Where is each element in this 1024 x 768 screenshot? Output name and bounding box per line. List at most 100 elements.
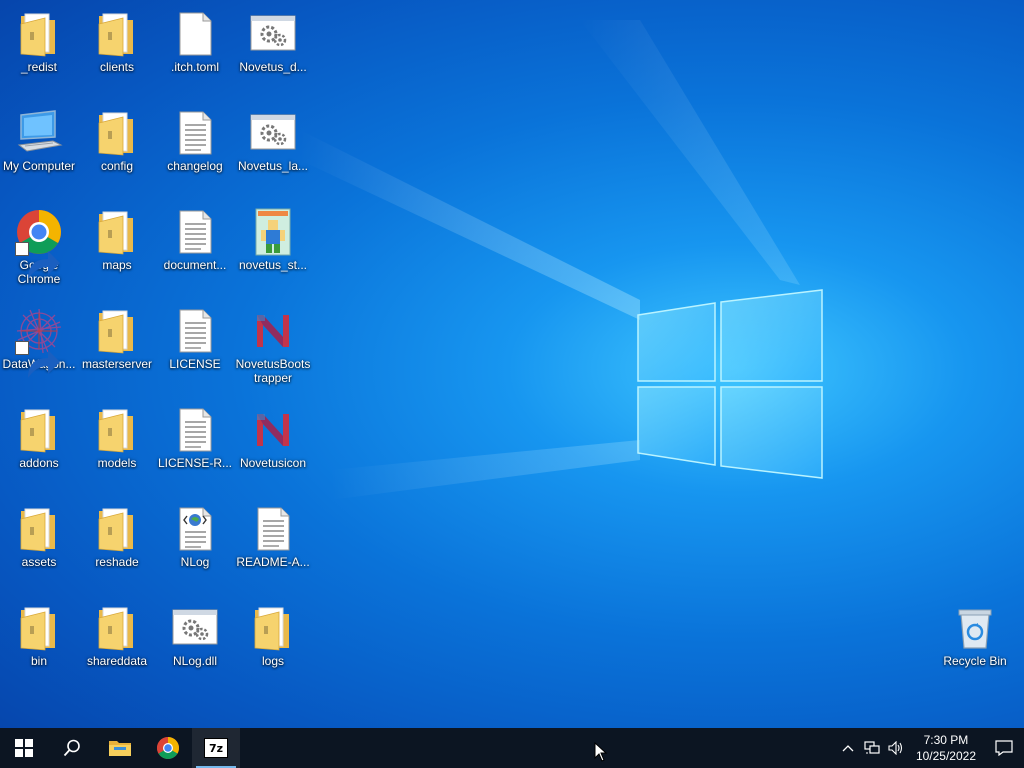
desktop-icon-label: NLog (180, 555, 210, 569)
settings-file-icon (249, 10, 297, 58)
chrome-icon (157, 737, 179, 759)
search-icon (63, 739, 80, 757)
desktop-icon-label: reshade (95, 555, 139, 569)
desktop-icon-label: config (100, 159, 134, 173)
settings-file-icon (249, 109, 297, 157)
desktop-icon-label: LICENSE (169, 357, 221, 371)
show-hidden-icons-button[interactable] (836, 728, 860, 768)
file-explorer-icon (109, 741, 131, 756)
blank-file-icon (171, 10, 219, 58)
recycle-bin-icon (951, 604, 999, 652)
windows-logo-wallpaper (637, 289, 823, 479)
desktop-icon-label: addons (19, 456, 59, 470)
recycle-bin-label: Recycle Bin (943, 654, 1007, 668)
desktop-icon-label: masterserver (81, 357, 152, 371)
start-icon (15, 739, 33, 757)
desktop-icon-label: Novetus_d... (239, 60, 307, 74)
desktop-icon-label: assets (21, 555, 57, 569)
image-file-icon (249, 208, 297, 256)
desktop-icon-label: .itch.toml (170, 60, 219, 74)
desktop-icon[interactable]: addons (0, 402, 78, 494)
folder-icon (93, 505, 141, 553)
desktop-icon[interactable]: shareddata (78, 600, 156, 692)
folder-icon (15, 604, 63, 652)
desktop-icon[interactable]: Novetus_la... (234, 105, 312, 197)
folder-icon (93, 406, 141, 454)
desktop-icon[interactable]: logs (234, 600, 312, 692)
folder-icon (93, 10, 141, 58)
desktop-icon-recycle-bin[interactable]: Recycle Bin (936, 600, 1014, 692)
xml-file-icon (171, 505, 219, 553)
volume-button[interactable] (884, 728, 908, 768)
notification-icon (995, 740, 1013, 756)
shortcut-arrow-icon (15, 341, 60, 378)
7zip-icon-text: 7z (208, 741, 224, 755)
desktop-icon[interactable]: README-A... (234, 501, 312, 593)
novetus-icon (249, 406, 297, 454)
desktop-icon[interactable]: changelog (156, 105, 234, 197)
desktop-icon[interactable]: clients (78, 6, 156, 98)
desktop-icon[interactable]: novetus_st... (234, 204, 312, 296)
desktop-icon[interactable]: Novetusicon (234, 402, 312, 494)
folder-icon (249, 604, 297, 652)
chrome-icon (15, 208, 63, 279)
desktop-icon[interactable]: Google Chrome (0, 204, 78, 296)
desktop-icon[interactable]: config (78, 105, 156, 197)
shortcut-arrow-icon (15, 242, 60, 279)
desktop-icon-label: NLog.dll (172, 654, 218, 668)
desktop-icon-label: Novetusicon (239, 456, 307, 470)
desktop-icon[interactable]: LICENSE (156, 303, 234, 395)
volume-icon (888, 741, 902, 755)
desktop-icon[interactable]: DataWagon... (0, 303, 78, 395)
desktop-icon[interactable]: Novetus_d... (234, 6, 312, 98)
desktop-icon[interactable]: reshade (78, 501, 156, 593)
clock-time: 7:30 PM (923, 733, 969, 747)
desktop-icon[interactable]: masterserver (78, 303, 156, 395)
network-button[interactable] (860, 728, 884, 768)
7zip-icon: 7z (204, 738, 228, 758)
desktop-icon-label: logs (261, 654, 284, 668)
desktop-icon-label: NovetusBootstrapper (235, 357, 311, 385)
folder-icon (15, 10, 63, 58)
desktop-icon-label: changelog (167, 159, 223, 173)
desktop-icon[interactable]: NovetusBootstrapper (234, 303, 312, 395)
desktop-icon[interactable]: assets (0, 501, 78, 593)
desktop-icon[interactable]: bin (0, 600, 78, 692)
folder-icon (93, 208, 141, 256)
desktop-icon-label: maps (102, 258, 132, 272)
desktop-icon-label: novetus_st... (238, 258, 308, 272)
desktop-icon-label: _redist (20, 60, 58, 74)
desktop-icon[interactable]: NLog.dll (156, 600, 234, 692)
desktop-icon[interactable]: LICENSE-R... (156, 402, 234, 494)
desktop-icon-label: document... (163, 258, 227, 272)
desktop-icon-label: models (97, 456, 137, 470)
text-file-icon (171, 109, 219, 157)
desktop-icon[interactable]: .itch.toml (156, 6, 234, 98)
folder-icon (93, 307, 141, 355)
desktop-icon[interactable]: _redist (0, 6, 78, 98)
desktop-icon-label: My Computer (2, 159, 76, 173)
taskbar-file-explorer[interactable] (96, 728, 144, 768)
desktop-icon-label: Novetus_la... (237, 159, 309, 173)
network-icon (864, 741, 880, 754)
taskbar-7zip[interactable]: 7z (192, 728, 240, 768)
computer-icon (15, 109, 63, 157)
desktop-icon-label: clients (99, 60, 134, 74)
desktop-icon[interactable]: models (78, 402, 156, 494)
action-center-button[interactable] (984, 728, 1024, 768)
taskbar-chrome[interactable] (144, 728, 192, 768)
datawagon-icon (15, 307, 63, 378)
desktop-icon[interactable]: My Computer (0, 105, 78, 197)
start-button[interactable] (0, 728, 48, 768)
text-file-icon (171, 307, 219, 355)
search-button[interactable] (48, 728, 96, 768)
desktop-icon[interactable]: maps (78, 204, 156, 296)
desktop-icon[interactable]: document... (156, 204, 234, 296)
desktop-icon-label: bin (30, 654, 47, 668)
chevron-up-icon (842, 745, 854, 752)
clock-date: 10/25/2022 (915, 749, 976, 763)
system-tray: 7:30 PM 10/25/2022 (836, 728, 1024, 768)
clock[interactable]: 7:30 PM 10/25/2022 (908, 732, 984, 764)
desktop-icon[interactable]: NLog (156, 501, 234, 593)
folder-icon (15, 505, 63, 553)
